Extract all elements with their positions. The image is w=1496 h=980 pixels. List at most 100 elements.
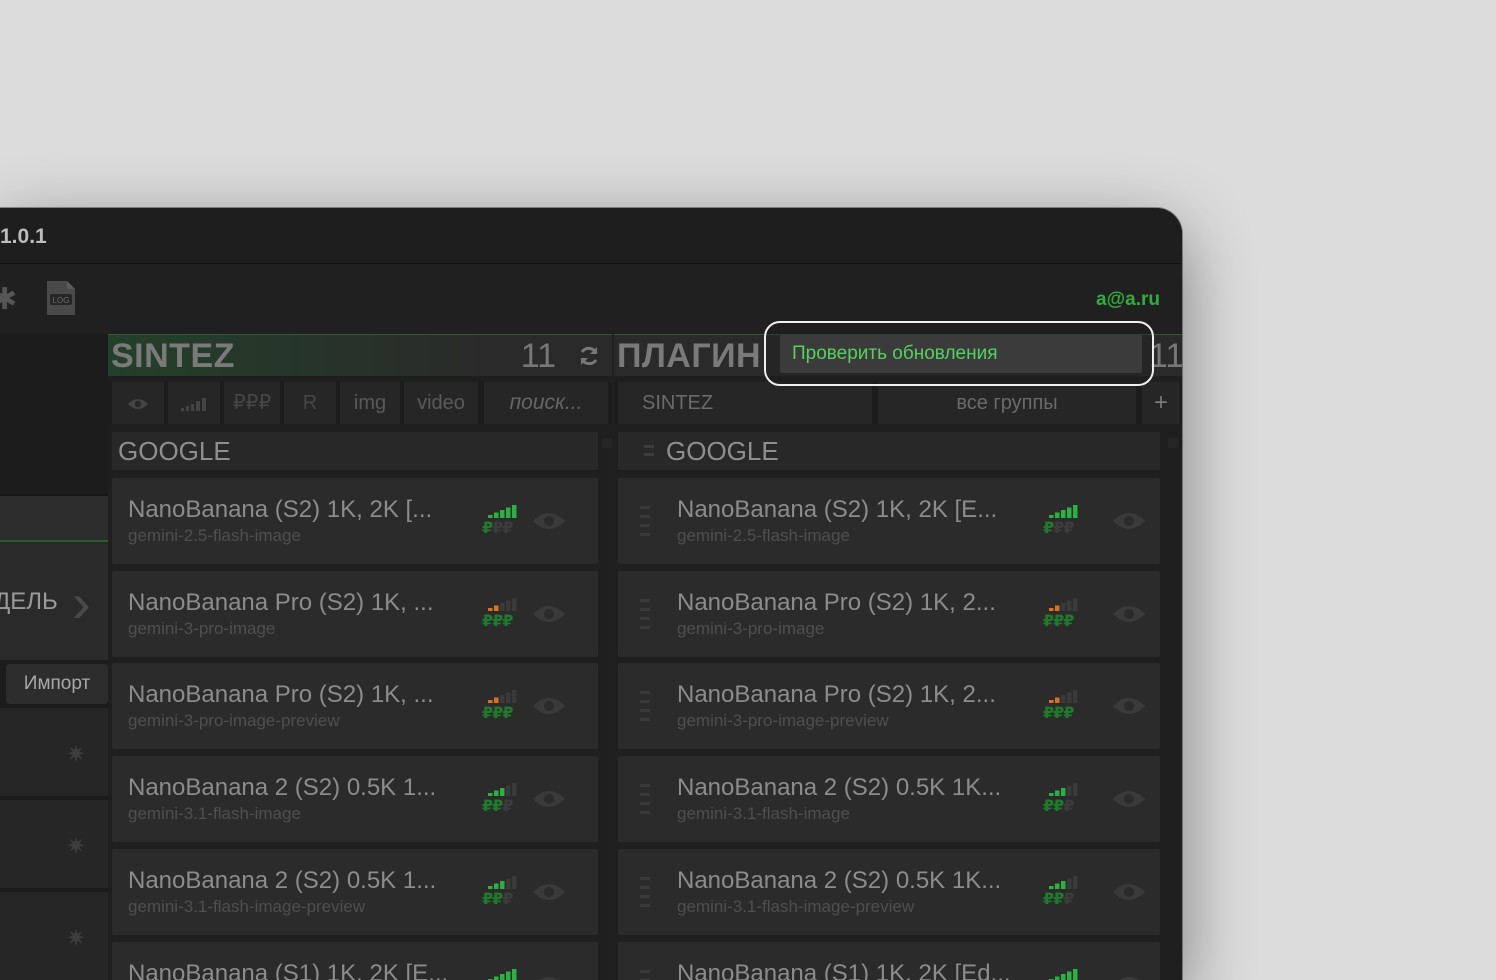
log-file-icon[interactable]: LOG bbox=[44, 279, 78, 317]
model-selector[interactable]: ДЕЛЬ › bbox=[0, 540, 108, 660]
gear-icon[interactable]: ✷ bbox=[66, 924, 86, 953]
model-list-item[interactable]: NanoBanana (S2) 1K, 2K [... gemini-2.5-fl… bbox=[112, 478, 598, 564]
visibility-filter[interactable] bbox=[112, 382, 164, 424]
video-filter[interactable]: video bbox=[404, 382, 478, 424]
model-list-item[interactable]: NanoBanana 2 (S2) 0.5K 1... gemini-3.1-fl… bbox=[112, 848, 598, 935]
eye-icon[interactable] bbox=[1112, 974, 1146, 980]
model-list-item[interactable]: NanoBanana Pro (S2) 1K, 2... gemini-3-pro… bbox=[618, 570, 1160, 657]
column-title: ПЛАГИН bbox=[617, 337, 762, 375]
model-title: NanoBanana Pro (S2) 1K, 2... bbox=[677, 681, 996, 709]
model-title: NanoBanana Pro (S2) 1K, ... bbox=[128, 681, 434, 709]
drag-handle-icon[interactable] bbox=[644, 444, 654, 458]
eye-icon[interactable] bbox=[1112, 603, 1146, 625]
signal-quality-icon bbox=[1049, 968, 1078, 980]
signal-quality-icon bbox=[488, 690, 517, 704]
gear-icon[interactable]: ✷ bbox=[66, 832, 86, 861]
price-indicator: ₽₽₽ bbox=[482, 705, 513, 723]
drag-handle-icon[interactable] bbox=[640, 782, 650, 816]
column-count: 11 bbox=[520, 337, 556, 375]
drag-handle-icon[interactable] bbox=[640, 504, 650, 538]
model-id: gemini-3-pro-image-preview bbox=[128, 711, 340, 731]
model-list-item[interactable]: NanoBanana Pro (S2) 1K, 2... gemini-3-pro… bbox=[618, 663, 1160, 750]
signal-bars-icon bbox=[181, 397, 206, 411]
eye-icon[interactable] bbox=[1112, 510, 1146, 532]
model-id: gemini-3.1-flash-image bbox=[677, 804, 850, 824]
drag-handle-icon[interactable] bbox=[640, 968, 650, 980]
drag-handle-icon[interactable] bbox=[640, 875, 650, 909]
model-title: NanoBanana Pro (S2) 1K, 2... bbox=[677, 588, 996, 616]
eye-icon[interactable] bbox=[532, 881, 566, 903]
model-title: NanoBanana (S1) 1K, 2K [Ed... bbox=[677, 959, 1011, 980]
user-email[interactable]: a@a.ru bbox=[1096, 289, 1160, 311]
model-title: NanoBanana (S2) 1K, 2K [... bbox=[128, 496, 433, 523]
left-panel: ДЕЛЬ › Импорт ✷ ✷ ✷ bbox=[0, 334, 108, 980]
model-id: gemini-3-pro-image bbox=[128, 618, 276, 638]
model-list-item[interactable]: NanoBanana 2 (S2) 0.5K 1... gemini-3.1-fl… bbox=[112, 756, 598, 843]
plugin-filter-bar: SINTEZ все группы + bbox=[614, 382, 1182, 424]
drag-handle-icon[interactable] bbox=[640, 689, 650, 723]
group-header[interactable]: GOOGLE bbox=[112, 432, 598, 470]
chevron-right-icon: › bbox=[72, 571, 91, 634]
model-title: NanoBanana (S2) 1K, 2K [E... bbox=[677, 496, 998, 523]
refresh-icon[interactable] bbox=[578, 345, 600, 367]
settings-gear-icon[interactable]: ✱ bbox=[0, 282, 17, 317]
add-button[interactable]: + bbox=[1142, 382, 1180, 424]
model-list-item[interactable]: NanoBanana (S1) 1K, 2K [Ed...₽₽₽ bbox=[618, 941, 1160, 980]
model-title: NanoBanana 2 (S2) 0.5K 1... bbox=[128, 774, 437, 802]
source-filter-dropdown[interactable]: SINTEZ bbox=[618, 382, 872, 424]
r-filter[interactable]: R bbox=[284, 382, 336, 424]
signal-quality-icon bbox=[488, 505, 517, 518]
model-title: NanoBanana 2 (S2) 0.5K 1... bbox=[128, 866, 437, 894]
check-updates-popup: Проверить обновления bbox=[764, 321, 1154, 386]
model-title: NanoBanana 2 (S2) 0.5K 1K... bbox=[677, 866, 1002, 894]
price-indicator: ₽₽₽ bbox=[482, 798, 513, 816]
model-list-item[interactable]: NanoBanana 2 (S2) 0.5K 1K... gemini-3.1-f… bbox=[618, 756, 1160, 843]
left-panel-row[interactable]: ✷ bbox=[0, 800, 108, 888]
price-filter[interactable]: ₽₽₽ bbox=[224, 382, 280, 424]
eye-icon[interactable] bbox=[1112, 881, 1146, 903]
price-indicator: ₽₽₽ bbox=[1043, 705, 1074, 723]
eye-icon[interactable] bbox=[1112, 788, 1146, 810]
drag-handle-icon[interactable] bbox=[640, 597, 650, 631]
left-panel-row[interactable]: ✷ bbox=[0, 708, 108, 796]
eye-icon[interactable] bbox=[532, 974, 566, 980]
model-list-item[interactable]: NanoBanana Pro (S2) 1K, ... gemini-3-pro-… bbox=[112, 663, 598, 750]
model-title: NanoBanana Pro (S2) 1K, ... bbox=[128, 588, 434, 616]
signal-quality-icon bbox=[488, 875, 517, 889]
model-id: gemini-2.5-flash-image bbox=[128, 526, 301, 545]
group-header[interactable]: GOOGLE bbox=[618, 432, 1160, 470]
model-list-item[interactable]: NanoBanana (S2) 1K, 2K [E... gemini-2.5-f… bbox=[618, 478, 1160, 564]
log-icon-label: LOG bbox=[53, 296, 70, 305]
group-name: GOOGLE bbox=[666, 436, 779, 466]
signal-quality-icon bbox=[1049, 875, 1078, 889]
img-filter[interactable]: img bbox=[340, 382, 400, 424]
model-list-item[interactable]: NanoBanana (S1) 1K, 2K [E...₽₽₽ bbox=[112, 941, 598, 980]
eye-icon[interactable] bbox=[532, 510, 566, 532]
eye-icon[interactable] bbox=[1112, 695, 1146, 717]
import-button[interactable]: Импорт bbox=[6, 664, 108, 704]
price-indicator: ₽₽₽ bbox=[482, 612, 513, 630]
price-indicator: ₽₽₽ bbox=[1043, 612, 1074, 630]
model-list-item[interactable]: NanoBanana Pro (S2) 1K, ... gemini-3-pro-… bbox=[112, 570, 598, 657]
eye-icon[interactable] bbox=[532, 788, 566, 810]
model-id: gemini-2.5-flash-image bbox=[677, 526, 850, 545]
filter-bar: ₽₽₽ R img video поиск... bbox=[108, 382, 612, 424]
group-filter-dropdown[interactable]: все группы bbox=[878, 382, 1136, 424]
plugin-column: ПЛАГИН 11 SINTEZ все группы + GOOGLE Nan… bbox=[614, 334, 1182, 980]
model-list-item[interactable]: NanoBanana 2 (S2) 0.5K 1K... gemini-3.1-f… bbox=[618, 848, 1160, 935]
model-id: gemini-3.1-flash-image-preview bbox=[677, 896, 915, 916]
model-id: gemini-3-pro-image-preview bbox=[677, 711, 889, 731]
left-panel-row[interactable]: ✷ bbox=[0, 892, 108, 980]
price-indicator: ₽₽₽ bbox=[1043, 520, 1074, 537]
search-input[interactable]: поиск... bbox=[484, 382, 608, 424]
scrollbar[interactable] bbox=[602, 438, 612, 448]
price-indicator: ₽₽₽ bbox=[482, 520, 513, 537]
eye-icon[interactable] bbox=[532, 695, 566, 717]
eye-icon[interactable] bbox=[532, 603, 566, 625]
model-id: gemini-3-pro-image bbox=[677, 618, 825, 638]
signal-filter[interactable] bbox=[168, 382, 220, 424]
check-updates-button[interactable]: Проверить обновления bbox=[780, 335, 1142, 373]
scrollbar[interactable] bbox=[1168, 438, 1178, 448]
gear-icon[interactable]: ✷ bbox=[66, 740, 86, 769]
model-title: NanoBanana 2 (S2) 0.5K 1K... bbox=[677, 774, 1002, 802]
